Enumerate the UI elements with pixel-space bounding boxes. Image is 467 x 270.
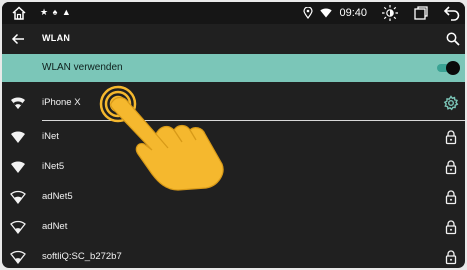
lock-icon — [445, 130, 457, 145]
location-icon — [303, 7, 314, 19]
wifi-signal-icon — [11, 131, 25, 143]
page-title: WLAN — [42, 33, 71, 43]
wlan-master-switch-row[interactable]: WLAN verwenden — [2, 54, 465, 82]
wlan-toggle-switch[interactable] — [437, 61, 460, 75]
notification-icons: ★ ♠ ▲ — [40, 7, 72, 17]
lock-icon — [445, 250, 457, 265]
network-name: iPhone X — [42, 97, 81, 108]
wifi-signal-icon — [11, 97, 25, 109]
network-name: iNet — [42, 131, 59, 142]
settings-icon[interactable] — [443, 95, 459, 111]
clock: 09:40 — [339, 7, 367, 19]
lock-icon — [445, 190, 457, 205]
lock-icon — [445, 160, 457, 175]
network-name: softliQ:SC_b272b7 — [42, 251, 122, 262]
app-bar: WLAN — [2, 24, 465, 54]
network-name: iNet5 — [42, 161, 65, 172]
wifi-signal-weak-icon — [10, 190, 26, 205]
network-row[interactable]: adNet — [2, 212, 465, 242]
status-bar: ★ ♠ ▲ 09:40 — [2, 2, 465, 24]
toggle-thumb — [446, 61, 460, 75]
lock-icon — [445, 220, 457, 235]
search-icon[interactable] — [445, 31, 461, 47]
brightness-icon[interactable] — [381, 4, 399, 22]
home-icon[interactable] — [11, 5, 27, 21]
return-icon[interactable] — [443, 5, 461, 21]
back-arrow-icon[interactable] — [10, 31, 26, 47]
wifi-signal-weak-icon — [10, 220, 26, 235]
network-row[interactable]: softliQ:SC_b272b7 — [2, 242, 465, 268]
tap-hand-icon — [99, 85, 224, 191]
wifi-status-icon — [320, 8, 333, 18]
network-name: adNet5 — [42, 191, 73, 202]
wifi-signal-icon — [11, 161, 25, 173]
wifi-signal-weak-icon — [10, 250, 26, 265]
network-name: adNet — [42, 221, 68, 232]
wlan-toggle-label: WLAN verwenden — [42, 62, 123, 73]
status-right-group: 09:40 — [296, 2, 461, 24]
screen: ★ ♠ ▲ 09:40 WLAN WLAN verwenden iPhone X… — [2, 2, 465, 268]
recent-apps-icon[interactable] — [413, 5, 429, 21]
